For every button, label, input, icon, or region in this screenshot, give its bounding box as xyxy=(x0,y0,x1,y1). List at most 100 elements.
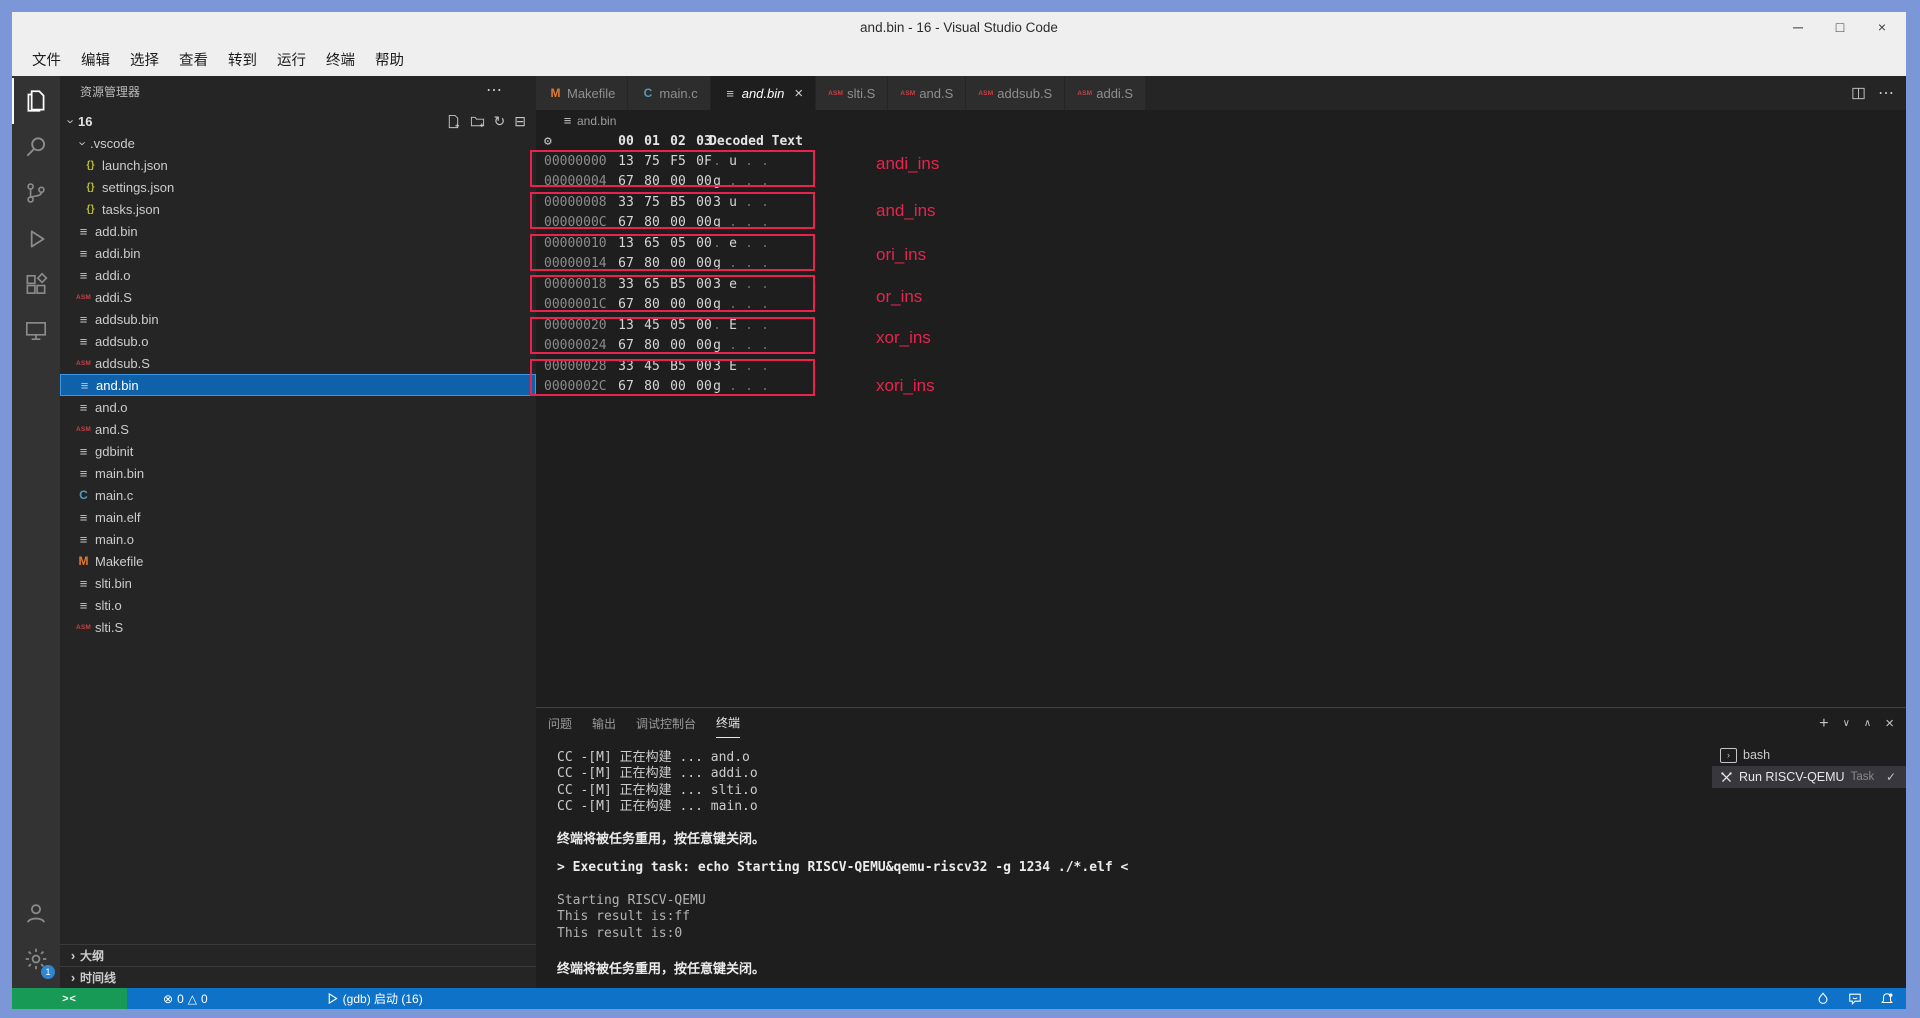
tab-main-c[interactable]: Cmain.c xyxy=(628,76,710,110)
file-label: tasks.json xyxy=(102,202,160,217)
file-item-addsub-bin[interactable]: ≡addsub.bin xyxy=(60,308,536,330)
menu-编辑[interactable]: 编辑 xyxy=(71,49,120,70)
warning-count: 0 xyxy=(201,992,208,1006)
activity-manage-button[interactable]: 1 xyxy=(12,936,60,982)
new-folder-icon[interactable] xyxy=(470,114,485,129)
menu-转到[interactable]: 转到 xyxy=(218,49,267,70)
activity-accounts-button[interactable] xyxy=(12,890,60,936)
file-item-launch-json[interactable]: {}launch.json xyxy=(60,154,536,176)
tab-slti-S[interactable]: ASMslti.S xyxy=(816,76,888,110)
problems-status[interactable]: ⊗ 0 △ 0 xyxy=(163,992,208,1006)
menu-帮助[interactable]: 帮助 xyxy=(365,49,414,70)
file-item--vscode[interactable]: ›.vscode xyxy=(60,132,536,154)
remote-indicator[interactable]: >< xyxy=(12,988,127,1009)
file-type-icon-json: {} xyxy=(83,181,98,193)
section-大纲[interactable]: ›大纲 xyxy=(60,944,536,966)
tools-icon xyxy=(1720,771,1733,784)
terminal-list-item-bash[interactable]: ›bash xyxy=(1712,744,1906,766)
file-type-icon-file: ≡ xyxy=(77,378,92,393)
file-item-settings-json[interactable]: {}settings.json xyxy=(60,176,536,198)
file-type-icon-asm: ASM xyxy=(978,90,993,97)
annotation-label: andi_ins xyxy=(876,154,939,174)
activity-run-and-debug-button[interactable] xyxy=(12,216,60,262)
decoded-text-header: Decoded Text xyxy=(709,131,803,152)
file-item-and-S[interactable]: ASMand.S xyxy=(60,418,536,440)
menu-文件[interactable]: 文件 xyxy=(22,49,71,70)
debug-status[interactable]: (gdb) 启动 (16) xyxy=(326,990,423,1007)
menu-选择[interactable]: 选择 xyxy=(120,49,169,70)
file-item-tasks-json[interactable]: {}tasks.json xyxy=(60,198,536,220)
file-label: addsub.o xyxy=(95,334,149,349)
more-actions-icon[interactable]: ⋯ xyxy=(486,86,502,96)
terminal-meta: Task xyxy=(1851,771,1875,783)
file-item-slti-o[interactable]: ≡slti.o xyxy=(60,594,536,616)
activity-source-control-button[interactable] xyxy=(12,170,60,216)
file-item-addsub-o[interactable]: ≡addsub.o xyxy=(60,330,536,352)
menu-运行[interactable]: 运行 xyxy=(267,49,316,70)
activity-search-button[interactable] xyxy=(12,124,60,170)
collapse-all-icon[interactable]: ⊟ xyxy=(514,114,526,128)
tab-Makefile[interactable]: MMakefile xyxy=(536,76,628,110)
file-item-slti-bin[interactable]: ≡slti.bin xyxy=(60,572,536,594)
activity-explorer-button[interactable] xyxy=(12,78,60,124)
terminal-list: ›bashRun RISCV-QEMUTask✓ xyxy=(1712,738,1906,988)
close-icon[interactable]: × xyxy=(794,85,803,102)
file-item-addsub-S[interactable]: ASMaddsub.S xyxy=(60,352,536,374)
tab-label: and.bin xyxy=(742,86,785,101)
split-editor-icon[interactable] xyxy=(1851,86,1866,101)
file-item-main-c[interactable]: Cmain.c xyxy=(60,484,536,506)
tab-and-bin[interactable]: ≡and.bin× xyxy=(711,76,816,110)
minimize-button[interactable]: ─ xyxy=(1790,19,1806,35)
activity-remote-explorer-button[interactable] xyxy=(12,308,60,354)
file-item-and-o[interactable]: ≡and.o xyxy=(60,396,536,418)
flame-icon[interactable] xyxy=(1816,992,1830,1006)
menu-查看[interactable]: 查看 xyxy=(169,49,218,70)
chevron-right-icon: › xyxy=(66,948,80,963)
file-type-icon-asm: ASM xyxy=(828,90,843,97)
editor-tab-bar: MMakefileCmain.c≡and.bin×ASMslti.SASMand… xyxy=(536,76,1906,110)
feedback-icon[interactable] xyxy=(1848,992,1862,1006)
panel-tab-输出[interactable]: 输出 xyxy=(592,708,616,738)
file-item-main-elf[interactable]: ≡main.elf xyxy=(60,506,536,528)
close-panel-icon[interactable]: × xyxy=(1885,717,1894,730)
file-item-gdbinit[interactable]: ≡ gdbinit xyxy=(60,440,536,462)
tab-addsub-S[interactable]: ASMaddsub.S xyxy=(966,76,1065,110)
tab-addi-S[interactable]: ASMaddi.S xyxy=(1065,76,1146,110)
activity-extensions-button[interactable] xyxy=(12,262,60,308)
file-item-and-bin[interactable]: ≡and.bin xyxy=(60,374,536,396)
section-时间线[interactable]: ›时间线 xyxy=(60,966,536,988)
tab-and-S[interactable]: ASMand.S xyxy=(888,76,966,110)
file-item-addi-bin[interactable]: ≡addi.bin xyxy=(60,242,536,264)
file-label: gdbinit xyxy=(95,444,133,459)
annotation-box xyxy=(530,317,815,354)
file-type-icon-file: ≡ xyxy=(76,444,91,459)
terminal-list-item-Run-RISCV-QEMU[interactable]: Run RISCV-QEMUTask✓ xyxy=(1712,766,1906,788)
file-item-slti-S[interactable]: ASMslti.S xyxy=(60,616,536,638)
notifications-bell-icon[interactable] xyxy=(1880,992,1894,1006)
new-terminal-icon[interactable]: + xyxy=(1819,717,1828,730)
panel-tab-问题[interactable]: 问题 xyxy=(548,708,572,738)
file-item-main-bin[interactable]: ≡main.bin xyxy=(60,462,536,484)
panel-tab-调试控制台[interactable]: 调试控制台 xyxy=(636,708,696,738)
gear-icon[interactable]: ⚙ xyxy=(544,131,552,152)
more-actions-icon[interactable]: ⋯ xyxy=(1878,83,1894,103)
file-label: .vscode xyxy=(90,136,135,151)
maximize-panel-icon[interactable]: ∧ xyxy=(1864,717,1871,730)
breadcrumb[interactable]: ≡ and.bin xyxy=(536,110,1906,131)
file-item-add-bin[interactable]: ≡add.bin xyxy=(60,220,536,242)
panel-tab-终端[interactable]: 终端 xyxy=(716,708,740,738)
maximize-button[interactable]: □ xyxy=(1832,19,1848,35)
file-item-Makefile[interactable]: MMakefile xyxy=(60,550,536,572)
file-item-addi-o[interactable]: ≡addi.o xyxy=(60,264,536,286)
file-item-addi-S[interactable]: ASMaddi.S xyxy=(60,286,536,308)
chevron-down-icon[interactable]: ∨ xyxy=(1843,717,1850,730)
refresh-icon[interactable]: ↻ xyxy=(494,114,506,128)
file-item-main-o[interactable]: ≡main.o xyxy=(60,528,536,550)
hex-column-header: 02 xyxy=(667,131,689,152)
file-item-16[interactable]: ›16↻⊟ xyxy=(60,110,536,132)
new-file-icon[interactable] xyxy=(446,114,461,129)
close-button[interactable]: × xyxy=(1874,19,1890,35)
menu-终端[interactable]: 终端 xyxy=(316,49,365,70)
menu-bar: 文件编辑选择查看转到运行终端帮助 xyxy=(12,42,1906,76)
activity-bar-bottom: 1 xyxy=(12,890,60,988)
